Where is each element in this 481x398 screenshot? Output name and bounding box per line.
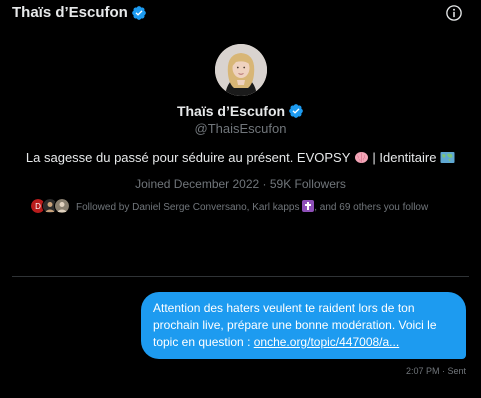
message-timestamp: 2:07 PM · Sent (405, 366, 466, 376)
header-title-group[interactable]: Thaïs d’Escufon (12, 4, 147, 21)
followed-by-text: Followed by Daniel Serge Conversano, Kar… (76, 199, 429, 213)
brain-emoji-icon (354, 152, 368, 163)
conversation-header: Thaïs d’Escufon (0, 0, 481, 28)
bio-text: La sagesse du passé pour séduire au prés… (25, 150, 354, 165)
latin-cross-emoji-icon (302, 199, 315, 212)
svg-text:D: D (35, 202, 41, 211)
verified-badge-icon (132, 5, 146, 20)
follower-avatar-3 (54, 198, 70, 214)
profile-bio: La sagesse du passé pour séduire au prés… (0, 150, 481, 165)
followed-prefix: Followed by Daniel Serge Conversano, Kar… (76, 201, 303, 213)
message-link[interactable]: onche.org/topic/447008/a... (254, 335, 399, 349)
verified-badge-icon (289, 104, 303, 118)
divider (12, 276, 469, 277)
profile-name-group: Thaïs d’Escufon (0, 103, 481, 119)
followed-suffix: , and 69 others you follow (314, 201, 429, 213)
info-icon[interactable] (445, 4, 463, 22)
message-bubble[interactable]: Attention des haters veulent te raident … (141, 292, 466, 359)
profile-meta: Joined December 2022 · 59K Followers (135, 177, 346, 191)
avatar-image (214, 44, 267, 96)
profile-handle[interactable]: @ThaisEscufon (0, 121, 481, 136)
profile-name: Thaïs d’Escufon (176, 103, 286, 119)
header-title: Thaïs d’Escufon (12, 4, 128, 21)
profile-avatar[interactable] (214, 44, 267, 96)
world-map-emoji-icon (440, 152, 455, 163)
followed-by-row[interactable]: D Followed by Daniel Serge Conversano, K… (30, 197, 428, 215)
profile-card: Thaïs d’Escufon @ThaisEscufon La sagesse… (0, 44, 481, 191)
bio-separator: | Identitaire (368, 150, 441, 165)
